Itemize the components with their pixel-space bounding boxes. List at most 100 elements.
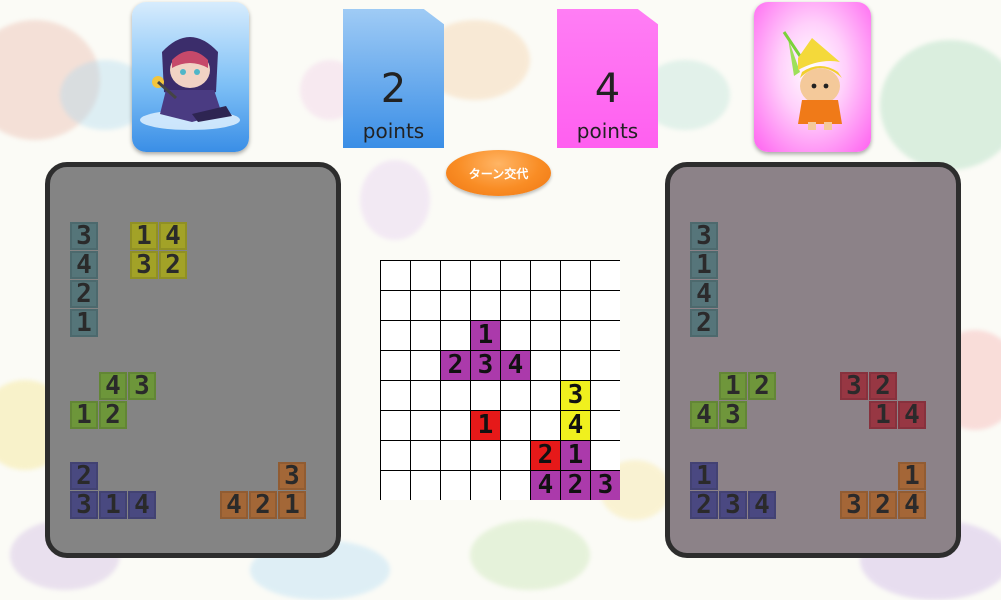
piece-tile: 2 bbox=[70, 462, 98, 490]
board-cell[interactable] bbox=[561, 291, 590, 320]
player2-score: 4 bbox=[594, 66, 621, 112]
board-cell[interactable] bbox=[591, 291, 620, 320]
board-cell[interactable] bbox=[411, 321, 440, 350]
board-cell[interactable] bbox=[531, 411, 560, 440]
piece-tile: 3 bbox=[840, 491, 868, 519]
piece-tile: 1 bbox=[719, 372, 747, 400]
board-cell[interactable] bbox=[441, 321, 470, 350]
board-cell[interactable] bbox=[591, 411, 620, 440]
board-cell[interactable] bbox=[591, 441, 620, 470]
board-cell[interactable] bbox=[381, 381, 410, 410]
piece-tile: 1 bbox=[99, 491, 127, 519]
board-cell[interactable] bbox=[591, 321, 620, 350]
board-cell[interactable] bbox=[411, 441, 440, 470]
piece-tile: 2 bbox=[690, 309, 718, 337]
piece-tile: 2 bbox=[249, 491, 277, 519]
board-cell[interactable] bbox=[411, 351, 440, 380]
player2-hand-panel: 31421243321412341324 bbox=[665, 162, 961, 558]
player1-avatar-card bbox=[132, 2, 249, 152]
board-tile: 1 bbox=[561, 441, 590, 470]
board-cell[interactable] bbox=[471, 291, 500, 320]
board-cell[interactable] bbox=[411, 381, 440, 410]
board-tile: 2 bbox=[441, 351, 470, 380]
player1-points-label: points bbox=[362, 119, 425, 143]
board-cell[interactable] bbox=[471, 261, 500, 290]
board-cell[interactable] bbox=[441, 291, 470, 320]
board-cell[interactable] bbox=[411, 411, 440, 440]
piece-tile: 3 bbox=[840, 372, 868, 400]
board-cell[interactable] bbox=[591, 351, 620, 380]
piece-tile: 1 bbox=[130, 222, 158, 250]
board-cell[interactable] bbox=[411, 261, 440, 290]
board-cell[interactable] bbox=[591, 261, 620, 290]
board-cell[interactable] bbox=[501, 321, 530, 350]
board-tile: 4 bbox=[561, 411, 590, 440]
board-cell[interactable] bbox=[381, 441, 410, 470]
board-cell[interactable] bbox=[441, 411, 470, 440]
piece-tile: 4 bbox=[690, 401, 718, 429]
board-cell[interactable] bbox=[381, 471, 410, 500]
piece-tile: 1 bbox=[690, 462, 718, 490]
board-cell[interactable] bbox=[531, 291, 560, 320]
piece-tile: 2 bbox=[748, 372, 776, 400]
board-cell[interactable] bbox=[471, 381, 500, 410]
board-cell[interactable] bbox=[531, 351, 560, 380]
board-cell[interactable] bbox=[381, 291, 410, 320]
piece-tile: 3 bbox=[719, 401, 747, 429]
board-cell[interactable] bbox=[501, 381, 530, 410]
board-cell[interactable] bbox=[531, 381, 560, 410]
board-cell[interactable] bbox=[441, 261, 470, 290]
board-cell[interactable] bbox=[561, 261, 590, 290]
board-cell[interactable] bbox=[501, 411, 530, 440]
board-cell[interactable] bbox=[501, 261, 530, 290]
board-tile: 3 bbox=[591, 471, 620, 500]
piece-tile: 2 bbox=[70, 280, 98, 308]
piece-tile: 3 bbox=[278, 462, 306, 490]
piece-tile: 4 bbox=[128, 491, 156, 519]
board-cell[interactable] bbox=[381, 261, 410, 290]
board-cell[interactable] bbox=[441, 381, 470, 410]
piece-tile: 3 bbox=[70, 491, 98, 519]
board-tile: 4 bbox=[531, 471, 560, 500]
board-cell[interactable] bbox=[471, 441, 500, 470]
player1-score-card: 2 points bbox=[343, 9, 444, 148]
board-cell[interactable] bbox=[411, 291, 440, 320]
board-cell[interactable] bbox=[471, 471, 500, 500]
board-tile: 1 bbox=[471, 321, 500, 350]
player2-score-card: 4 points bbox=[557, 9, 658, 148]
piece-tile: 1 bbox=[690, 251, 718, 279]
piece-tile: 3 bbox=[690, 222, 718, 250]
board-cell[interactable] bbox=[561, 351, 590, 380]
board-cell[interactable] bbox=[501, 441, 530, 470]
board-cell[interactable] bbox=[531, 261, 560, 290]
piece-tile: 4 bbox=[220, 491, 248, 519]
board-cell[interactable] bbox=[441, 441, 470, 470]
piece-tile: 4 bbox=[748, 491, 776, 519]
board-cell[interactable] bbox=[531, 321, 560, 350]
board-cell[interactable] bbox=[411, 471, 440, 500]
board-tile: 3 bbox=[561, 381, 590, 410]
board-cell[interactable] bbox=[591, 381, 620, 410]
piece-tile: 3 bbox=[719, 491, 747, 519]
piece-tile: 4 bbox=[898, 491, 926, 519]
piece-tile: 3 bbox=[70, 222, 98, 250]
board-cell[interactable] bbox=[381, 321, 410, 350]
leaf-sprite-icon bbox=[782, 31, 842, 130]
board-cell[interactable] bbox=[381, 351, 410, 380]
piece-tile: 1 bbox=[869, 401, 897, 429]
board-cell[interactable] bbox=[501, 471, 530, 500]
board-cell[interactable] bbox=[441, 471, 470, 500]
piece-tile: 4 bbox=[70, 251, 98, 279]
piece-tile: 4 bbox=[690, 280, 718, 308]
board-cell[interactable] bbox=[381, 411, 410, 440]
piece-tile: 2 bbox=[690, 491, 718, 519]
board-cell[interactable] bbox=[501, 291, 530, 320]
player1-score: 2 bbox=[380, 66, 407, 112]
turn-change-button[interactable]: ターン交代 bbox=[446, 150, 551, 196]
piece-tile: 4 bbox=[159, 222, 187, 250]
piece-tile: 2 bbox=[99, 401, 127, 429]
piece-tile: 2 bbox=[869, 372, 897, 400]
player1-hand-panel: 34211432431223143421 bbox=[45, 162, 341, 558]
board-cell[interactable] bbox=[561, 321, 590, 350]
piece-tile: 4 bbox=[898, 401, 926, 429]
